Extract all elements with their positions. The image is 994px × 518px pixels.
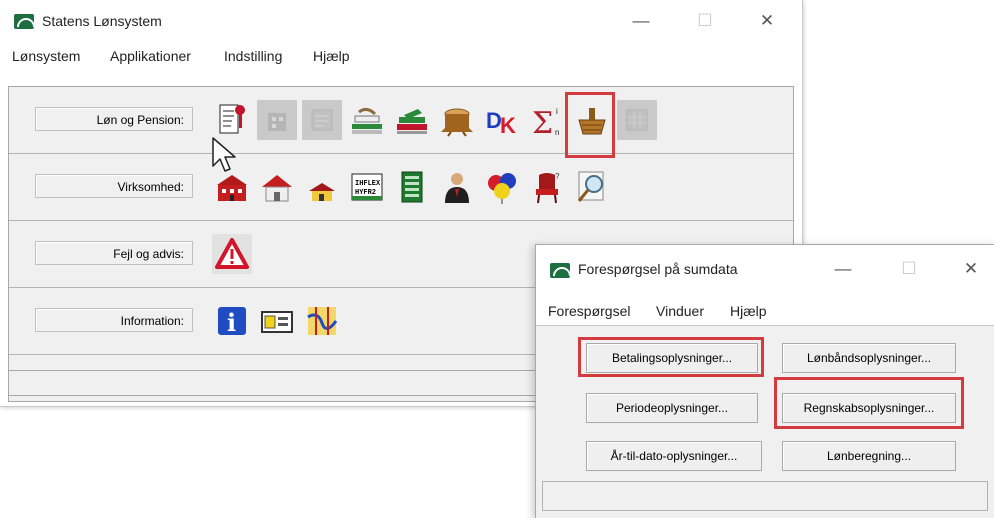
- svg-text:i: i: [556, 107, 558, 116]
- id-card-icon[interactable]: [257, 301, 297, 341]
- ruler-hand-icon[interactable]: [347, 100, 387, 140]
- row-label-lon-og-pension: Løn og Pension:: [35, 107, 193, 131]
- svg-text:IHFLEX: IHFLEX: [355, 180, 381, 188]
- app-logo-icon: [14, 14, 34, 29]
- svg-text:?: ?: [555, 172, 560, 181]
- dialog-menu-hjaelp[interactable]: Hjælp: [730, 303, 767, 319]
- house-small-icon[interactable]: [302, 167, 342, 207]
- regnskabsoplysninger-button[interactable]: Regnskabsoplysninger...: [782, 393, 956, 423]
- dialog-maximize-button[interactable]: ☐: [894, 259, 924, 279]
- dialog-minimize-button[interactable]: —: [828, 259, 858, 279]
- menu-bar: Lønsystem Applikationer Indstilling Hjæl…: [0, 44, 802, 70]
- dialog-close-button[interactable]: ✕: [956, 259, 986, 279]
- betalingsoplysninger-button[interactable]: Betalingsoplysninger...: [586, 343, 758, 373]
- register-form-icon[interactable]: IHFLEX HYFR2: [347, 167, 387, 207]
- map-icon[interactable]: [302, 301, 342, 341]
- grid-grey-icon[interactable]: [617, 100, 657, 140]
- minimize-button[interactable]: —: [626, 11, 656, 31]
- window-title: Statens Lønsystem: [42, 13, 162, 29]
- lonberegning-button[interactable]: Lønberegning...: [782, 441, 956, 471]
- dialog-menu-foresporgsel[interactable]: Forespørgsel: [548, 303, 630, 319]
- dialog-status-bar: [542, 481, 988, 511]
- menu-lonsystem[interactable]: Lønsystem: [12, 48, 80, 64]
- menu-indstilling[interactable]: Indstilling: [224, 48, 282, 64]
- dk-flag-icon[interactable]: DK: [482, 100, 522, 140]
- lonbandsoplysninger-button[interactable]: Lønbåndsoplysninger...: [782, 343, 956, 373]
- title-bar: Statens Lønsystem — ☐ ✕: [0, 0, 802, 40]
- maximize-button[interactable]: ☐: [690, 11, 720, 31]
- form-grey-icon[interactable]: [302, 100, 342, 140]
- close-button[interactable]: ✕: [752, 11, 782, 31]
- menu-applikationer[interactable]: Applikationer: [110, 48, 191, 64]
- dialog-title: Forespørgsel på sumdata: [578, 261, 738, 277]
- svg-text:i: i: [227, 308, 236, 337]
- row-virksomhed: Virksomhed: IHFLEX HYFR2 ?: [9, 154, 793, 221]
- sigma-sum-icon[interactable]: Σi n: [527, 100, 567, 140]
- svg-text:K: K: [500, 113, 516, 138]
- info-icon[interactable]: i: [212, 301, 252, 341]
- document-edit-icon[interactable]: [212, 100, 252, 140]
- dialog-menu-vinduer[interactable]: Vinduer: [656, 303, 704, 319]
- warning-triangle-icon[interactable]: [212, 234, 252, 274]
- periodeoplysninger-button[interactable]: Periodeoplysninger...: [586, 393, 758, 423]
- row-label-information: Information:: [35, 308, 193, 332]
- dialog-logo-icon: [550, 263, 570, 278]
- row-label-virksomhed: Virksomhed:: [35, 174, 193, 198]
- tree-stump-icon[interactable]: [437, 100, 477, 140]
- house-red-icon[interactable]: [257, 167, 297, 207]
- menu-hjaelp[interactable]: Hjælp: [313, 48, 350, 64]
- magnifier-search-icon[interactable]: [572, 167, 612, 207]
- basket-icon[interactable]: [572, 100, 612, 140]
- building-grey-icon[interactable]: [257, 100, 297, 140]
- svg-text:HYFR2: HYFR2: [355, 189, 376, 197]
- aar-til-dato-oplysninger-button[interactable]: År-til-dato-oplysninger...: [586, 441, 762, 471]
- book-stack-icon[interactable]: [392, 100, 432, 140]
- mouse-cursor-icon: [212, 137, 236, 172]
- row-lon-og-pension: Løn og Pension: DK Σi n: [9, 87, 793, 154]
- svg-text:n: n: [555, 128, 559, 137]
- svg-text:Σ: Σ: [532, 106, 553, 138]
- balloons-icon[interactable]: [482, 167, 522, 207]
- chair-icon[interactable]: ?: [527, 167, 567, 207]
- row-label-fejl-og-advis: Fejl og advis:: [35, 241, 193, 265]
- card-green-icon[interactable]: [392, 167, 432, 207]
- sumdata-dialog: Forespørgsel på sumdata — ☐ ✕ Forespørgs…: [535, 244, 994, 518]
- businessman-icon[interactable]: [437, 167, 477, 207]
